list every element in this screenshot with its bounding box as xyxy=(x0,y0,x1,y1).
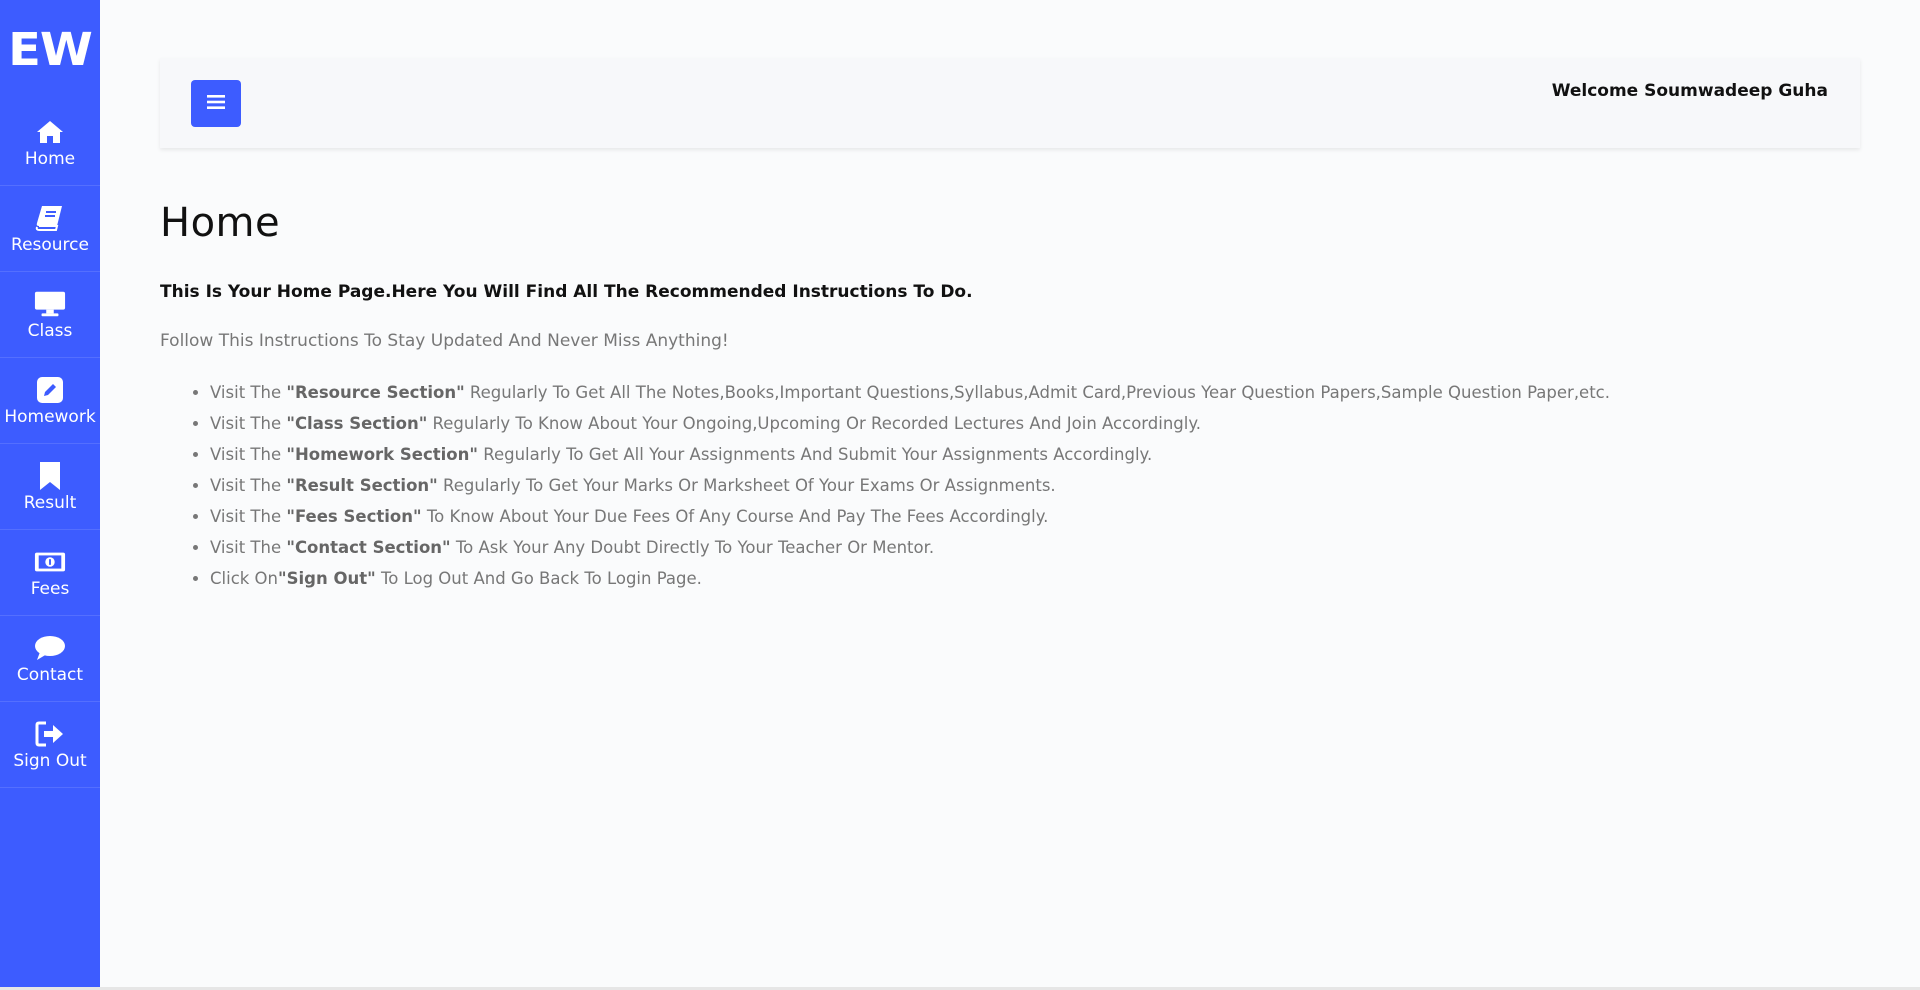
home-icon xyxy=(34,117,66,147)
edit-icon xyxy=(34,375,66,405)
sidebar-item-homework[interactable]: Homework xyxy=(0,358,100,444)
main-content: Home This Is Your Home Page.Here You Wil… xyxy=(160,200,1860,594)
list-item: Visit The "Resource Section" Regularly T… xyxy=(210,377,1860,408)
sidebar-item-contact[interactable]: Contact xyxy=(0,616,100,702)
list-item: Click On"Sign Out" To Log Out And Go Bac… xyxy=(210,563,1860,594)
list-item: Visit The "Result Section" Regularly To … xyxy=(210,470,1860,501)
book-icon xyxy=(34,203,66,233)
page-title: Home xyxy=(160,200,281,246)
bookmark-icon xyxy=(34,461,66,491)
sidebar-item-home[interactable]: Home xyxy=(0,100,100,186)
sidebar-item-result[interactable]: Result xyxy=(0,444,100,530)
comment-icon xyxy=(34,633,66,663)
sidebar-item-label: Contact xyxy=(16,664,84,685)
logo[interactable]: EW xyxy=(0,3,100,98)
money-icon xyxy=(34,547,66,577)
sidebar: EW Home Resource Class Homework Result F… xyxy=(0,0,100,990)
sidebar-item-resource[interactable]: Resource xyxy=(0,186,100,272)
sidebar-item-label: Sign Out xyxy=(13,750,87,771)
list-item: Visit The "Homework Section" Regularly T… xyxy=(210,439,1860,470)
top-bar: Welcome Soumwadeep Guha xyxy=(160,58,1860,148)
sidebar-item-class[interactable]: Class xyxy=(0,272,100,358)
sidebar-item-label: Class xyxy=(27,320,73,341)
sidebar-item-label: Home xyxy=(24,148,76,169)
subtitle-text: Follow This Instructions To Stay Updated… xyxy=(160,331,729,351)
sidebar-item-fees[interactable]: Fees xyxy=(0,530,100,616)
sign-out-icon xyxy=(34,719,66,749)
welcome-text: Welcome Soumwadeep Guha xyxy=(1551,81,1828,101)
desktop-icon xyxy=(34,289,66,319)
sidebar-item-label: Result xyxy=(23,492,77,513)
list-item: Visit The "Class Section" Regularly To K… xyxy=(210,408,1860,439)
sidebar-item-label: Homework xyxy=(4,406,96,427)
hamburger-icon xyxy=(207,94,225,114)
instruction-list: Visit The "Resource Section" Regularly T… xyxy=(160,377,1860,594)
sidebar-item-label: Resource xyxy=(11,234,89,255)
list-item: Visit The "Fees Section" To Know About Y… xyxy=(210,501,1860,532)
intro-text: This Is Your Home Page.Here You Will Fin… xyxy=(160,282,973,302)
sidebar-item-label: Fees xyxy=(30,578,70,599)
sidebar-item-sign-out[interactable]: Sign Out xyxy=(0,702,100,788)
menu-toggle-button[interactable] xyxy=(191,80,241,127)
list-item: Visit The "Contact Section" To Ask Your … xyxy=(210,532,1860,563)
